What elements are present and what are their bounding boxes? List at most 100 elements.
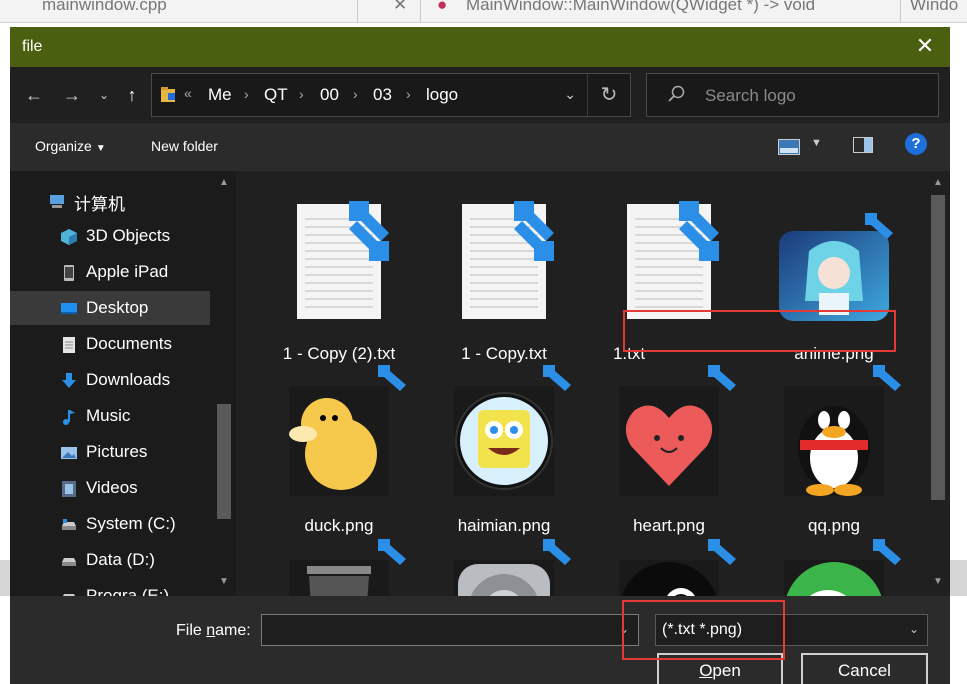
file-name-input[interactable]: [261, 614, 639, 646]
view-options-icon[interactable]: [778, 139, 800, 155]
breadcrumb-qt[interactable]: QT: [264, 85, 288, 105]
desktop-icon: [61, 303, 77, 314]
file-item[interactable]: [264, 537, 414, 596]
picture-icon: [61, 447, 77, 459]
file-item[interactable]: qq.png: [759, 363, 909, 535]
new-folder-button[interactable]: New folder: [151, 138, 218, 154]
scroll-up-icon[interactable]: ▲: [217, 177, 231, 188]
annotation-highlight-box: [622, 600, 785, 660]
bg-tab-function: MainWindow::MainWindow(QWidget *) -> voi…: [466, 0, 816, 14]
view-dropdown-icon[interactable]: ▼: [811, 137, 822, 149]
sidebar-scroll-thumb[interactable]: [217, 404, 231, 519]
file-item[interactable]: 1 - Copy.txt: [429, 191, 579, 363]
sidebar-item-apple-ipad[interactable]: Apple iPad: [10, 255, 210, 289]
sidebar-item-system-c[interactable]: System (C:): [10, 507, 210, 541]
sidebar-item-videos[interactable]: Videos: [10, 471, 210, 505]
file-name-label: heart.png: [633, 516, 705, 535]
search-box[interactable]: [646, 73, 939, 117]
sidebar-item-label: Pictures: [86, 442, 148, 461]
spongebob-image-icon: [454, 386, 554, 496]
arrow-up-icon: ↑: [127, 85, 137, 105]
breadcrumb-03[interactable]: 03: [373, 85, 392, 105]
file-list-scroll-thumb[interactable]: [931, 195, 945, 500]
arrow-right-icon: →: [63, 85, 81, 105]
breadcrumb-overflow[interactable]: «: [184, 85, 192, 101]
file-list: 1 - Copy (2).txt 1 - Copy.txt 1.txt anim…: [236, 171, 950, 596]
sidebar-item-data-d[interactable]: Data (D:): [10, 543, 210, 577]
organize-label: Organize: [35, 138, 92, 154]
shortcut-arrow-icon: [865, 213, 893, 239]
scroll-up-icon[interactable]: ▲: [931, 177, 945, 188]
sidebar-item-label: 计算机: [74, 195, 125, 214]
back-button[interactable]: ←: [22, 85, 46, 105]
device-icon: [64, 265, 74, 281]
file-name-label: duck.png: [304, 516, 374, 535]
shortcut-arrow-icon: [708, 365, 736, 391]
sidebar-item-label: Data (D:): [86, 550, 155, 569]
settings-image-icon: [454, 560, 554, 596]
bg-divider: [420, 0, 421, 22]
breadcrumb-00[interactable]: 00: [320, 85, 339, 105]
scroll-down-icon[interactable]: ▼: [217, 576, 231, 587]
address-dropdown-icon[interactable]: ⌄: [564, 86, 576, 103]
organize-button[interactable]: Organize ▼: [35, 138, 106, 154]
text-file-icon: [297, 201, 389, 319]
sidebar-item-label: System (C:): [86, 514, 176, 533]
text-file-icon: [627, 201, 719, 319]
sidebar-item-computer[interactable]: 计算机: [40, 183, 236, 217]
forward-button[interactable]: →: [60, 85, 84, 105]
file-item[interactable]: 1 - Copy (2).txt: [264, 191, 414, 363]
anime-image-icon: [779, 231, 889, 321]
sidebar-item-progra-e[interactable]: Progra (E:): [10, 579, 210, 596]
refresh-button[interactable]: ↻: [587, 74, 630, 116]
sidebar-item-3d-objects[interactable]: 3D Objects: [10, 219, 210, 253]
drive-icon: [63, 594, 75, 596]
search-input[interactable]: [703, 82, 927, 110]
file-item[interactable]: [594, 537, 744, 596]
heart-image-icon: [619, 386, 719, 496]
dialog-title: file: [22, 38, 43, 55]
file-name-label: haimian.png: [457, 516, 551, 535]
sidebar-item-label: Desktop: [86, 298, 149, 317]
file-item[interactable]: [759, 537, 909, 596]
breadcrumb-chevron-icon: ›: [299, 86, 304, 102]
dialog-footer: File name: ⌄ (*.txt *.png) ⌄ Open Cancel: [10, 596, 950, 684]
sidebar-item-desktop[interactable]: Desktop: [10, 291, 210, 325]
preview-pane-icon[interactable]: [853, 137, 873, 153]
file-item[interactable]: haimian.png: [429, 363, 579, 535]
close-button[interactable]: ✕: [912, 33, 938, 59]
recent-locations-button[interactable]: ⌄: [92, 85, 116, 105]
bg-close-icon: ✕: [393, 0, 408, 14]
cancel-button[interactable]: Cancel: [801, 653, 928, 684]
file-list-scrollbar[interactable]: ▲ ▼: [927, 171, 950, 596]
sidebar-item-label: Documents: [86, 334, 172, 353]
up-button[interactable]: ↑: [120, 85, 144, 105]
breadcrumb-me[interactable]: Me: [208, 85, 232, 105]
file-item[interactable]: heart.png: [594, 363, 744, 535]
file-name-label: qq.png: [808, 516, 860, 535]
shortcut-arrow-icon: [378, 365, 406, 391]
text-file-icon: [462, 201, 554, 319]
folder-icon: [161, 87, 175, 102]
file-item[interactable]: [429, 537, 579, 596]
sidebar-item-label: Music: [86, 406, 131, 425]
dialog-titlebar: file ✕: [10, 27, 950, 67]
close-icon: ✕: [915, 33, 935, 58]
sidebar-scrollbar[interactable]: ▲ ▼: [213, 171, 236, 596]
sidebar-item-music[interactable]: Music: [10, 399, 210, 433]
help-button[interactable]: ?: [905, 133, 927, 155]
breadcrumb-logo[interactable]: logo: [426, 85, 458, 105]
sidebar-item-downloads[interactable]: Downloads: [10, 363, 210, 397]
breadcrumb-chevron-icon: ›: [244, 86, 249, 102]
bg-divider: [900, 0, 901, 22]
sidebar-item-label: Videos: [86, 478, 138, 497]
trash-image-icon: [289, 560, 389, 596]
sidebar-item-documents[interactable]: Documents: [10, 327, 210, 361]
file-name-label: File name:: [176, 622, 251, 640]
scroll-down-icon[interactable]: ▼: [931, 576, 945, 587]
file-item[interactable]: duck.png: [264, 363, 414, 535]
shortcut-arrow-icon: [873, 539, 901, 565]
sidebar-item-pictures[interactable]: Pictures: [10, 435, 210, 469]
file-dialog: file ✕ ← → ⌄ ↑ « Me › QT › 00 › 03 › log…: [10, 27, 950, 684]
address-bar[interactable]: « Me › QT › 00 › 03 › logo ⌄ ↻: [151, 73, 631, 117]
